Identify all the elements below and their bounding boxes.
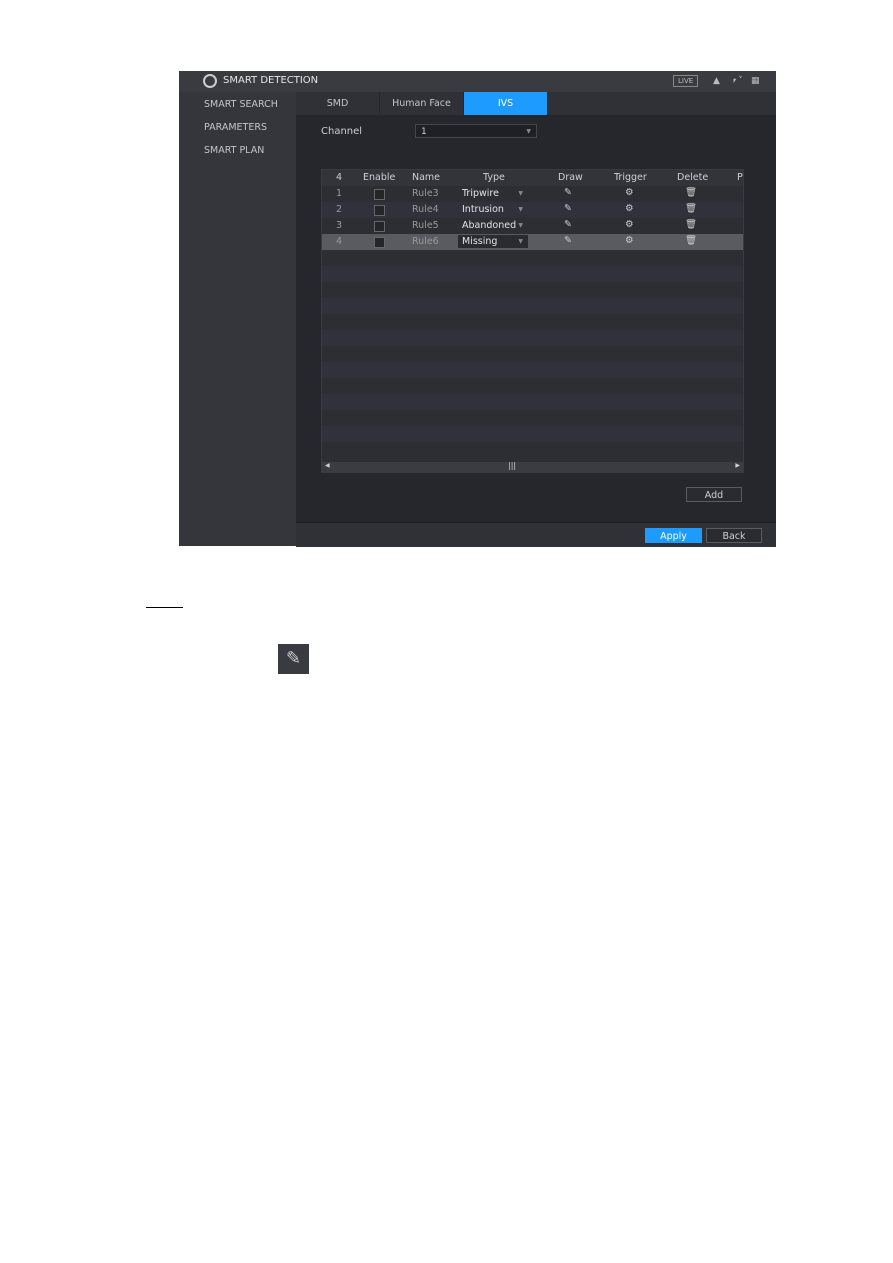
apply-button[interactable]: Apply — [645, 528, 702, 543]
horizontal-scrollbar[interactable]: ◀ ||| ▶ — [322, 461, 743, 472]
empty-row — [322, 250, 743, 266]
type-value: Missing — [462, 236, 498, 247]
smart-detection-window: SMART DETECTION LIVE ▲ ⎖˅ ▦ SMART SEARCH… — [179, 71, 776, 547]
row-number: 1 — [336, 188, 343, 199]
underline-rule — [146, 607, 183, 608]
type-value: Intrusion — [462, 204, 504, 215]
col-trigger: Trigger — [614, 172, 647, 183]
pencil-icon[interactable]: ✎ — [564, 235, 572, 246]
type-value: Abandoned — [462, 220, 517, 231]
chevron-down-icon: ▼ — [526, 128, 531, 135]
user-icon[interactable]: ▲ — [713, 76, 720, 86]
tab-ivs[interactable]: IVS — [464, 92, 548, 115]
type-value: Tripwire — [462, 188, 499, 199]
rule-name: Rule6 — [412, 236, 439, 247]
enable-checkbox[interactable] — [374, 221, 385, 232]
grid-menu-icon[interactable]: ▦ — [751, 76, 760, 86]
sidebar-item-smart-plan[interactable]: SMART PLAN — [204, 145, 264, 156]
chevron-down-icon: ▼ — [518, 222, 523, 229]
row-number: 4 — [336, 236, 343, 247]
rule-name: Rule3 — [412, 188, 439, 199]
rule-name: Rule4 — [412, 204, 439, 215]
chevron-down-icon: ▼ — [518, 190, 523, 197]
gear-icon[interactable]: ⚙ — [625, 203, 634, 214]
type-select[interactable]: Missing ▼ — [458, 235, 528, 248]
row-number: 2 — [336, 204, 343, 215]
chevron-down-icon: ▼ — [518, 206, 523, 213]
row-number: 3 — [336, 220, 343, 231]
empty-row — [322, 314, 743, 330]
gear-icon[interactable]: ⚙ — [625, 219, 634, 230]
type-select[interactable]: Tripwire ▼ — [458, 187, 528, 200]
back-button[interactable]: Back — [706, 528, 762, 543]
logout-icon[interactable]: ⎖˅ — [731, 76, 743, 86]
sidebar-item-smart-search[interactable]: SMART SEARCH — [204, 99, 278, 110]
footer-bar: Apply Back — [296, 522, 776, 547]
empty-row — [322, 442, 743, 458]
channel-value: 1 — [421, 127, 427, 137]
content-panel: Channel 1 ▼ 4 Enable Name Type Draw Trigg… — [296, 115, 776, 522]
enable-checkbox[interactable] — [374, 237, 385, 248]
enable-checkbox[interactable] — [374, 189, 385, 200]
window-title: SMART DETECTION — [223, 75, 319, 86]
chevron-down-icon: ▼ — [518, 238, 523, 245]
pencil-icon[interactable]: ✎ — [564, 187, 572, 198]
empty-row — [322, 282, 743, 298]
trash-icon[interactable]: 🗑 — [685, 203, 697, 214]
table-row[interactable]: 4 Rule6 Missing ▼ ✎ ⚙ 🗑 — [322, 234, 743, 250]
gear-icon[interactable]: ⚙ — [625, 235, 634, 246]
table-row[interactable]: 3 Rule5 Abandoned ▼ ✎ ⚙ 🗑 — [322, 218, 743, 234]
gear-icon[interactable]: ⚙ — [625, 187, 634, 198]
trash-icon[interactable]: 🗑 — [685, 187, 697, 198]
table-header: 4 Enable Name Type Draw Trigger Delete P — [322, 170, 743, 186]
channel-label: Channel — [321, 126, 363, 137]
sidebar: SMART SEARCH PARAMETERS SMART PLAN — [179, 92, 296, 546]
live-button[interactable]: LIVE — [673, 75, 699, 87]
scroll-left-icon[interactable]: ◀ — [325, 462, 330, 469]
tab-smd[interactable]: SMD — [296, 92, 380, 115]
col-type: Type — [483, 172, 505, 183]
pencil-icon: ✎ — [278, 644, 309, 674]
add-button[interactable]: Add — [686, 487, 742, 502]
rules-table: 4 Enable Name Type Draw Trigger Delete P… — [321, 169, 744, 473]
trash-icon[interactable]: 🗑 — [685, 235, 697, 246]
pencil-icon[interactable]: ✎ — [564, 219, 572, 230]
scroll-thumb[interactable]: ||| — [508, 461, 516, 470]
col-delete: Delete — [677, 172, 709, 183]
empty-row — [322, 394, 743, 410]
empty-row — [322, 346, 743, 362]
title-bar: SMART DETECTION LIVE ▲ ⎖˅ ▦ — [179, 71, 776, 93]
empty-row — [322, 266, 743, 282]
type-select[interactable]: Intrusion ▼ — [458, 203, 528, 216]
empty-row — [322, 298, 743, 314]
col-count: 4 — [336, 172, 343, 183]
trash-icon[interactable]: 🗑 — [685, 219, 697, 230]
col-name: Name — [412, 172, 441, 183]
col-enable: Enable — [363, 172, 396, 183]
channel-select[interactable]: 1 ▼ — [415, 124, 537, 138]
scroll-right-icon[interactable]: ▶ — [735, 462, 740, 469]
smart-detection-logo-icon — [203, 74, 217, 88]
table-row[interactable]: 1 Rule3 Tripwire ▼ ✎ ⚙ 🗑 — [322, 186, 743, 202]
empty-row — [322, 330, 743, 346]
tab-bar: SMD Human Face IVS — [296, 92, 776, 115]
enable-checkbox[interactable] — [374, 205, 385, 216]
type-select[interactable]: Abandoned ▼ — [458, 219, 528, 232]
empty-row — [322, 362, 743, 378]
rule-name: Rule5 — [412, 220, 439, 231]
tab-human-face[interactable]: Human Face — [380, 92, 464, 115]
sidebar-item-parameters[interactable]: PARAMETERS — [204, 122, 267, 133]
pencil-icon[interactable]: ✎ — [564, 203, 572, 214]
col-draw: Draw — [558, 172, 583, 183]
empty-row — [322, 410, 743, 426]
empty-row — [322, 378, 743, 394]
table-row[interactable]: 2 Rule4 Intrusion ▼ ✎ ⚙ 🗑 — [322, 202, 743, 218]
empty-row — [322, 426, 743, 442]
col-p: P — [737, 172, 743, 183]
